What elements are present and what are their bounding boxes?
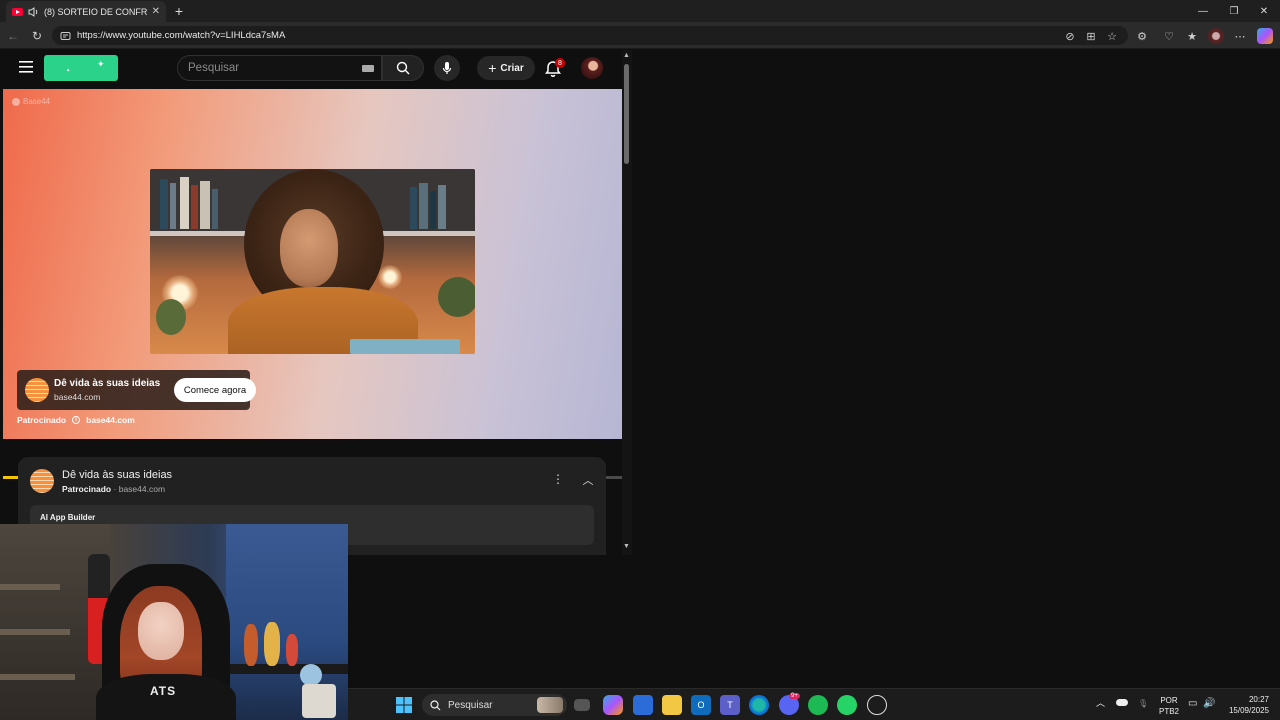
youtube-page: Pesquisar + Criar 8 Base44	[3, 50, 622, 555]
ad-headline: Dê vida às suas ideias	[54, 378, 161, 389]
ad-overlay-card[interactable]: Dê vida às suas ideias base44.com Comece…	[17, 370, 256, 410]
address-bar-row: ← ↻ https://www.youtube.com/watch?v=LIHL…	[0, 22, 1280, 49]
scroll-down-arrow-icon[interactable]: ▼	[623, 543, 630, 550]
webcam-overlay: ATS	[0, 524, 348, 720]
voice-search-button[interactable]	[434, 55, 460, 81]
ad-domain: base44.com	[54, 392, 101, 402]
language-indicator[interactable]: POR PTB2	[1158, 695, 1180, 717]
sponsored-domain-link[interactable]: base44.com	[86, 415, 135, 425]
search-input[interactable]: Pesquisar	[177, 55, 382, 81]
task-view-icon[interactable]	[574, 699, 590, 711]
close-window-button[interactable]: ✕	[1256, 3, 1272, 19]
clock-date: 15/09/2025	[1228, 706, 1269, 715]
taskbar-search[interactable]: Pesquisar	[422, 694, 567, 716]
menu-hamburger-icon[interactable]	[19, 61, 33, 73]
ad-video-frame	[150, 169, 475, 354]
create-button[interactable]: + Criar	[477, 56, 535, 80]
discord-badge: 9+	[789, 693, 800, 699]
teams-icon[interactable]: T	[720, 695, 740, 715]
windows-start-icon[interactable]	[396, 697, 412, 713]
browser-tab-bar: (8) SORTEIO DE CONFRONTO ✕ + — ❐ ✕	[0, 0, 1280, 22]
copilot-taskbar-icon[interactable]	[603, 695, 623, 715]
url-bar[interactable]: https://www.youtube.com/watch?v=LIHLdca7…	[52, 26, 1128, 45]
url-text: https://www.youtube.com/watch?v=LIHLdca7…	[77, 30, 286, 41]
youtube-header: Pesquisar + Criar 8	[3, 50, 622, 88]
keyboard-icon[interactable]	[362, 65, 374, 72]
clock-time: 20:27	[1248, 695, 1269, 704]
page-scrollbar[interactable]: ▲ ▼	[622, 50, 632, 555]
network-icon[interactable]: ▭	[1188, 698, 1197, 709]
notifications-badge: 8	[555, 58, 565, 68]
minimize-window-button[interactable]: —	[1195, 3, 1211, 19]
language-bottom: PTB2	[1158, 707, 1179, 716]
windows-taskbar: Pesquisar O T 9+ ︿ 🎙 POR PTB2 ▭ 🔊 20:27 …	[348, 688, 1280, 720]
account-avatar[interactable]	[581, 57, 603, 79]
search-placeholder: Pesquisar	[188, 62, 240, 74]
ai-app-builder-label: AI App Builder	[40, 513, 96, 522]
video-player[interactable]: Base44 Dê vida às suas ideias base44.com…	[3, 89, 622, 479]
ad-watermark: Base44	[12, 97, 50, 106]
close-tab-icon[interactable]: ✕	[152, 6, 160, 17]
channel-logo[interactable]	[44, 55, 118, 81]
whatsapp-icon[interactable]	[837, 695, 857, 715]
info-card-separator: ·	[113, 484, 117, 494]
profile-avatar-icon[interactable]	[1208, 28, 1224, 44]
language-top: POR	[1160, 696, 1178, 705]
info-icon[interactable]: i	[72, 416, 81, 424]
info-card-subtitle: Patrocinado · base44.com	[62, 484, 165, 494]
youtube-favicon-icon	[12, 7, 23, 16]
chevron-up-icon[interactable]: ︿	[581, 472, 595, 488]
scrollbar-thumb[interactable]	[624, 64, 629, 164]
search-icon	[430, 699, 441, 710]
shirt-print: ATS	[150, 684, 177, 698]
info-card-domain[interactable]: base44.com	[119, 484, 165, 494]
tab-title: (8) SORTEIO DE CONFRONTO	[44, 6, 147, 17]
browser-tab[interactable]: (8) SORTEIO DE CONFRONTO ✕	[6, 1, 166, 22]
sponsored-label: Patrocinado	[17, 415, 67, 425]
sponsored-row: Patrocinado i base44.com	[17, 415, 135, 425]
clock[interactable]: 20:27 15/09/2025	[1223, 694, 1269, 716]
more-options-icon[interactable]: ⋯	[1232, 28, 1248, 44]
more-actions-icon[interactable]: ⋮	[551, 472, 565, 488]
spotify-icon[interactable]	[808, 695, 828, 715]
translate-icon[interactable]: ⊘	[1062, 28, 1078, 44]
scroll-up-arrow-icon[interactable]: ▲	[623, 52, 630, 59]
ad-watermark-label: Base44	[23, 97, 51, 106]
speaker-icon[interactable]	[28, 6, 39, 17]
show-hidden-icons-chevron-icon[interactable]: ︿	[1096, 698, 1105, 709]
search-icon	[396, 61, 410, 75]
apps-icon[interactable]: ⊞	[1083, 28, 1099, 44]
info-card-sponsored: Patrocinado	[62, 484, 112, 494]
back-arrow-icon[interactable]: ←	[5, 28, 21, 44]
favorite-star-icon[interactable]: ☆	[1104, 28, 1120, 44]
create-label: Criar	[500, 62, 524, 74]
refresh-icon[interactable]: ↻	[29, 28, 45, 44]
site-info-icon[interactable]	[60, 31, 71, 41]
base44-logo-icon	[12, 97, 20, 106]
search-button[interactable]	[382, 55, 424, 81]
volume-icon[interactable]: 🔊	[1203, 698, 1215, 709]
plus-icon: +	[488, 60, 497, 76]
info-card-title[interactable]: Dê vida às suas ideias	[62, 469, 172, 481]
taskbar-search-label: Pesquisar	[448, 699, 493, 711]
browser-essentials-icon[interactable]: ♡	[1161, 28, 1177, 44]
extensions-icon[interactable]: ⚙	[1134, 28, 1150, 44]
microphone-icon	[442, 62, 452, 74]
ad-cta-button[interactable]: Comece agora	[174, 378, 256, 402]
onedrive-icon[interactable]	[1116, 699, 1128, 706]
outlook-icon[interactable]: O	[691, 695, 711, 715]
file-explorer-icon[interactable]	[662, 695, 682, 715]
advertiser-logo-icon	[25, 378, 49, 402]
favorites-list-icon[interactable]: ★	[1184, 28, 1200, 44]
clock-app-icon[interactable]	[867, 695, 887, 715]
restore-window-button[interactable]: ❐	[1226, 3, 1242, 19]
store-icon[interactable]	[633, 695, 653, 715]
edge-icon[interactable]	[749, 695, 769, 715]
microphone-tray-icon[interactable]: 🎙	[1138, 698, 1148, 709]
search-highlight-icon	[537, 697, 563, 713]
copilot-icon[interactable]	[1257, 28, 1273, 44]
new-tab-button[interactable]: +	[171, 3, 187, 19]
advertiser-logo-icon[interactable]	[30, 469, 54, 493]
